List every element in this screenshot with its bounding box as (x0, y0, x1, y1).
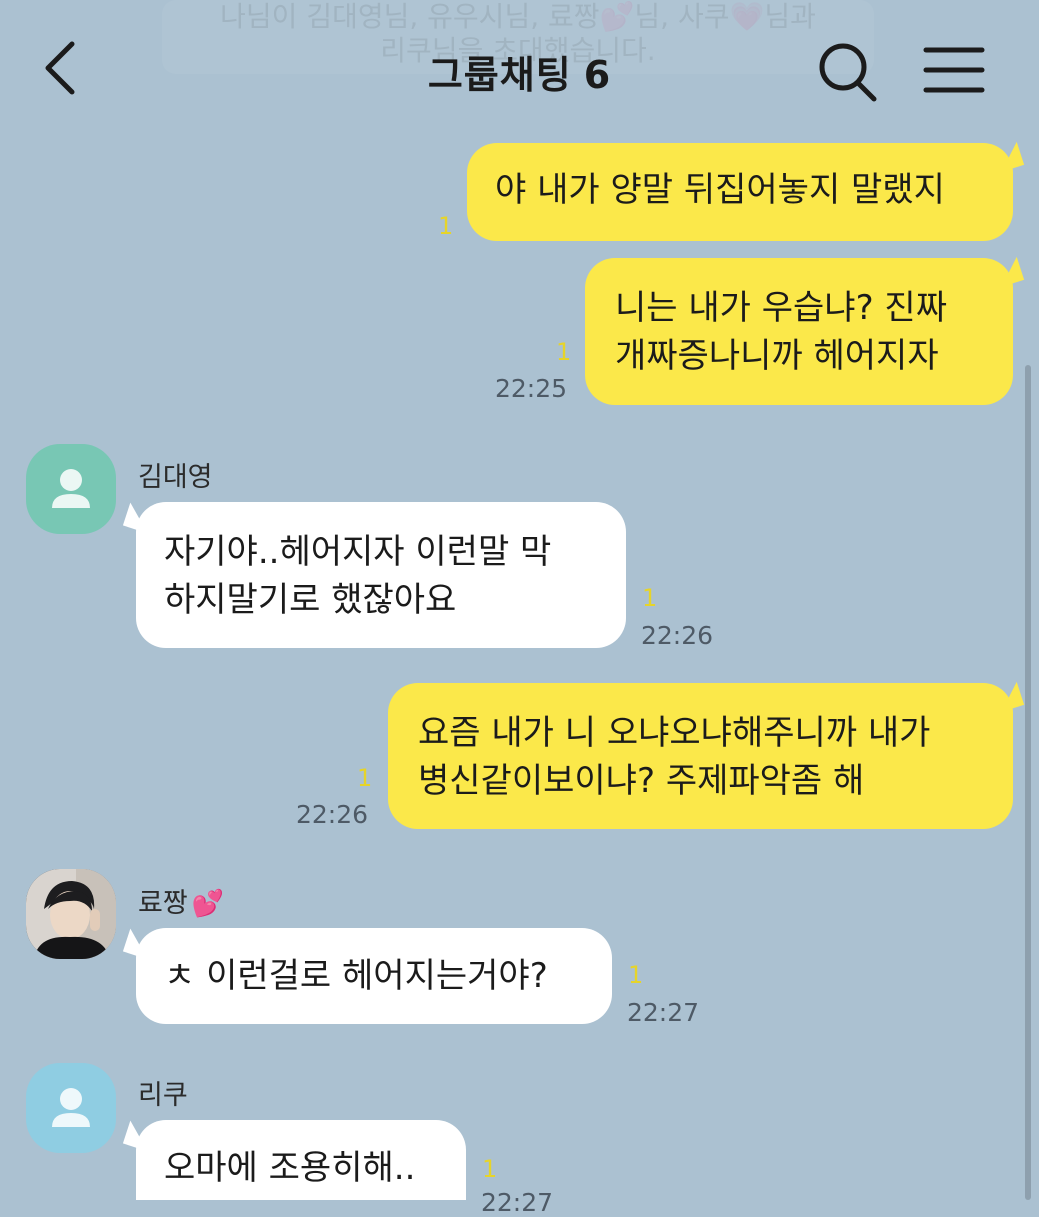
message-time: 22:27 (481, 1188, 554, 1217)
message-text-line: 하지말기로 했잖아요 (164, 580, 457, 620)
message-bubble-mine[interactable]: 요즘 내가 니 오냐오냐해주니까 내가 병신같이보이냐? 주제파악좀 해 (388, 683, 1013, 829)
message-time: 22:25 (495, 374, 568, 403)
message-text-line: 개짜증나니까 헤어지자 (615, 336, 939, 376)
chat-header: 나님이 김대영님, 유우시님, 료짱💕님, 사쿠💗님과 리쿠님을 초대했습니다.… (0, 0, 1039, 140)
message-bubble-theirs[interactable]: ㅊ 이런걸로 헤어지는거야? (136, 928, 612, 1024)
sender-name: 김대영 (138, 462, 213, 493)
unread-count: 1 (642, 584, 658, 612)
message-time: 22:27 (627, 998, 700, 1027)
sender-name-text: 료짱 (138, 888, 188, 919)
message-bubble-mine[interactable]: 니는 내가 우습냐? 진짜 개짜증나니까 헤어지자 (585, 258, 1013, 405)
message-text: ㅊ 이런걸로 헤어지는거야? (164, 956, 548, 996)
system-notice-line1: 나님이 김대영님, 유우시님, 료짱💕님, 사쿠💗님과 (220, 0, 816, 33)
member-count: 6 (583, 53, 612, 97)
chat-title-text: 그룹채팅 (427, 53, 572, 97)
scrollbar[interactable] (1025, 365, 1031, 1200)
message-text: 오마에 조용히해.. (164, 1148, 416, 1188)
chat-title: 그룹채팅 6 (0, 44, 1039, 99)
message-text: 야 내가 양말 뒤집어놓지 말랬지 (495, 170, 945, 210)
person-icon (52, 469, 90, 508)
avatar[interactable] (26, 869, 116, 959)
menu-icon (923, 47, 985, 93)
menu-button[interactable] (922, 44, 986, 96)
search-button[interactable] (816, 40, 880, 104)
message-text-line: 요즘 내가 니 오냐오냐해주니까 내가 (418, 713, 931, 753)
avatar[interactable] (26, 1063, 116, 1153)
sender-name: 료짱 💕 (138, 881, 224, 920)
profile-photo-icon (26, 869, 116, 959)
message-time: 22:26 (641, 621, 714, 650)
unread-count: 1 (628, 961, 644, 989)
sender-name-emoji: 💕 (191, 889, 225, 919)
avatar[interactable] (26, 444, 116, 534)
message-time: 22:26 (296, 800, 369, 829)
message-text-line: 자기야..헤어지자 이런말 막 (164, 532, 552, 572)
message-text-line: 니는 내가 우습냐? 진짜 (615, 288, 947, 328)
unread-count: 1 (438, 212, 454, 240)
message-bubble-theirs[interactable]: 자기야..헤어지자 이런말 막 하지말기로 했잖아요 (136, 502, 626, 648)
message-bubble-theirs[interactable]: 오마에 조용히해.. (136, 1120, 466, 1200)
unread-count: 1 (482, 1155, 498, 1183)
message-bubble-mine[interactable]: 야 내가 양말 뒤집어놓지 말랬지 (467, 143, 1013, 241)
sender-name: 리쿠 (138, 1080, 188, 1111)
unread-count: 1 (556, 338, 572, 366)
message-text-line: 병신같이보이냐? 주제파악좀 해 (418, 761, 865, 801)
person-icon (52, 1088, 90, 1127)
search-icon (819, 43, 877, 102)
unread-count: 1 (357, 764, 373, 792)
